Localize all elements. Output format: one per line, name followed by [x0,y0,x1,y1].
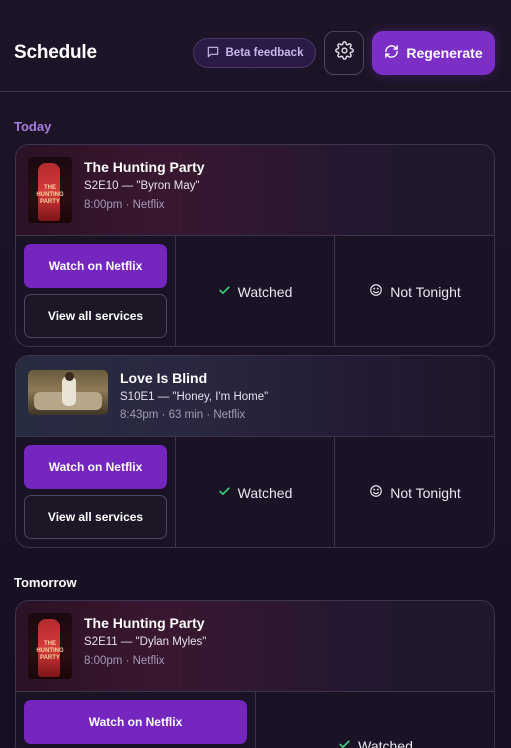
watched-button[interactable]: Watched [176,437,334,547]
episode-label: S2E10 — "Byron May" [84,180,200,192]
card-header: Love Is Blind S10E1 — "Honey, I'm Home" … [16,356,494,437]
app: Schedule Beta feedback Regenerate Today … [0,0,511,748]
refresh-icon [384,44,399,62]
runtime: · 63 min [161,409,204,421]
service-name: · Netflix [125,655,165,667]
regenerate-label: Regenerate [406,45,483,61]
check-icon [338,738,351,748]
page-title: Schedule [14,42,97,63]
show-title: Love Is Blind [120,370,208,386]
beta-feedback-button[interactable]: Beta feedback [193,38,316,68]
header: Schedule Beta feedback Regenerate [0,0,511,92]
watched-label: Watched [358,738,413,748]
episode-label: S10E1 — "Honey, I'm Home" [120,391,269,403]
air-meta: 8:00pm · Netflix [84,199,165,211]
watched-button[interactable]: Watched [176,236,334,346]
watched-label: Watched [237,484,293,501]
watch-on-netflix-button[interactable]: Watch on Netflix [24,445,167,489]
settings-button[interactable] [324,31,364,75]
poster-text: THE HUNTING PARTY [36,185,64,205]
check-icon [218,284,231,300]
smile-icon [369,283,383,300]
episode-card: THE HUNTING PARTY The Hunting Party S2E11 … [15,600,495,748]
view-all-services-button[interactable]: View all services [24,495,167,539]
card-actions: Watch on Netflix View all services Watch… [16,236,494,346]
beta-feedback-label: Beta feedback [225,47,304,59]
not-tonight-label: Not Tonight [390,283,461,300]
section-tomorrow-label: Tomorrow [14,575,77,590]
poster-text: THE HUNTING PARTY [36,641,64,661]
section-today-label: Today [14,119,52,134]
gear-icon [334,41,354,65]
air-time: 8:43pm [120,409,159,421]
show-title: The Hunting Party [84,615,205,631]
service-name: · Netflix [206,409,246,421]
episode-card: Love Is Blind S10E1 — "Honey, I'm Home" … [15,355,495,548]
air-meta: 8:00pm · Netflix [84,655,165,667]
air-time: 8:00pm [84,199,123,211]
card-actions: Watch on Netflix Watched [16,692,494,748]
episode-card: THE HUNTING PARTY The Hunting Party S2E10 … [15,144,495,347]
not-tonight-button[interactable]: Not Tonight [335,437,494,547]
smile-icon [369,484,383,501]
check-icon [218,485,231,501]
card-header: THE HUNTING PARTY The Hunting Party S2E11 … [16,601,494,692]
card-header: THE HUNTING PARTY The Hunting Party S2E10 … [16,145,494,236]
service-name: · Netflix [125,199,165,211]
show-title: The Hunting Party [84,159,205,175]
air-time: 8:00pm [84,655,123,667]
regenerate-button[interactable]: Regenerate [372,31,495,75]
not-tonight-button[interactable]: Not Tonight [335,236,494,346]
watched-label: Watched [237,283,293,300]
show-poster: THE HUNTING PARTY [28,157,72,223]
show-poster: THE HUNTING PARTY [28,613,72,679]
watch-on-netflix-button[interactable]: Watch on Netflix [24,244,167,288]
air-meta: 8:43pm · 63 min · Netflix [120,409,245,421]
episode-label: S2E11 — "Dylan Myles" [84,636,207,648]
message-square-icon [206,45,220,62]
episode-thumbnail [28,370,108,415]
not-tonight-label: Not Tonight [390,484,461,501]
view-all-services-button[interactable]: View all services [24,294,167,338]
watched-button[interactable]: Watched [256,732,494,748]
watch-on-netflix-button[interactable]: Watch on Netflix [24,700,247,744]
card-actions: Watch on Netflix View all services Watch… [16,437,494,547]
